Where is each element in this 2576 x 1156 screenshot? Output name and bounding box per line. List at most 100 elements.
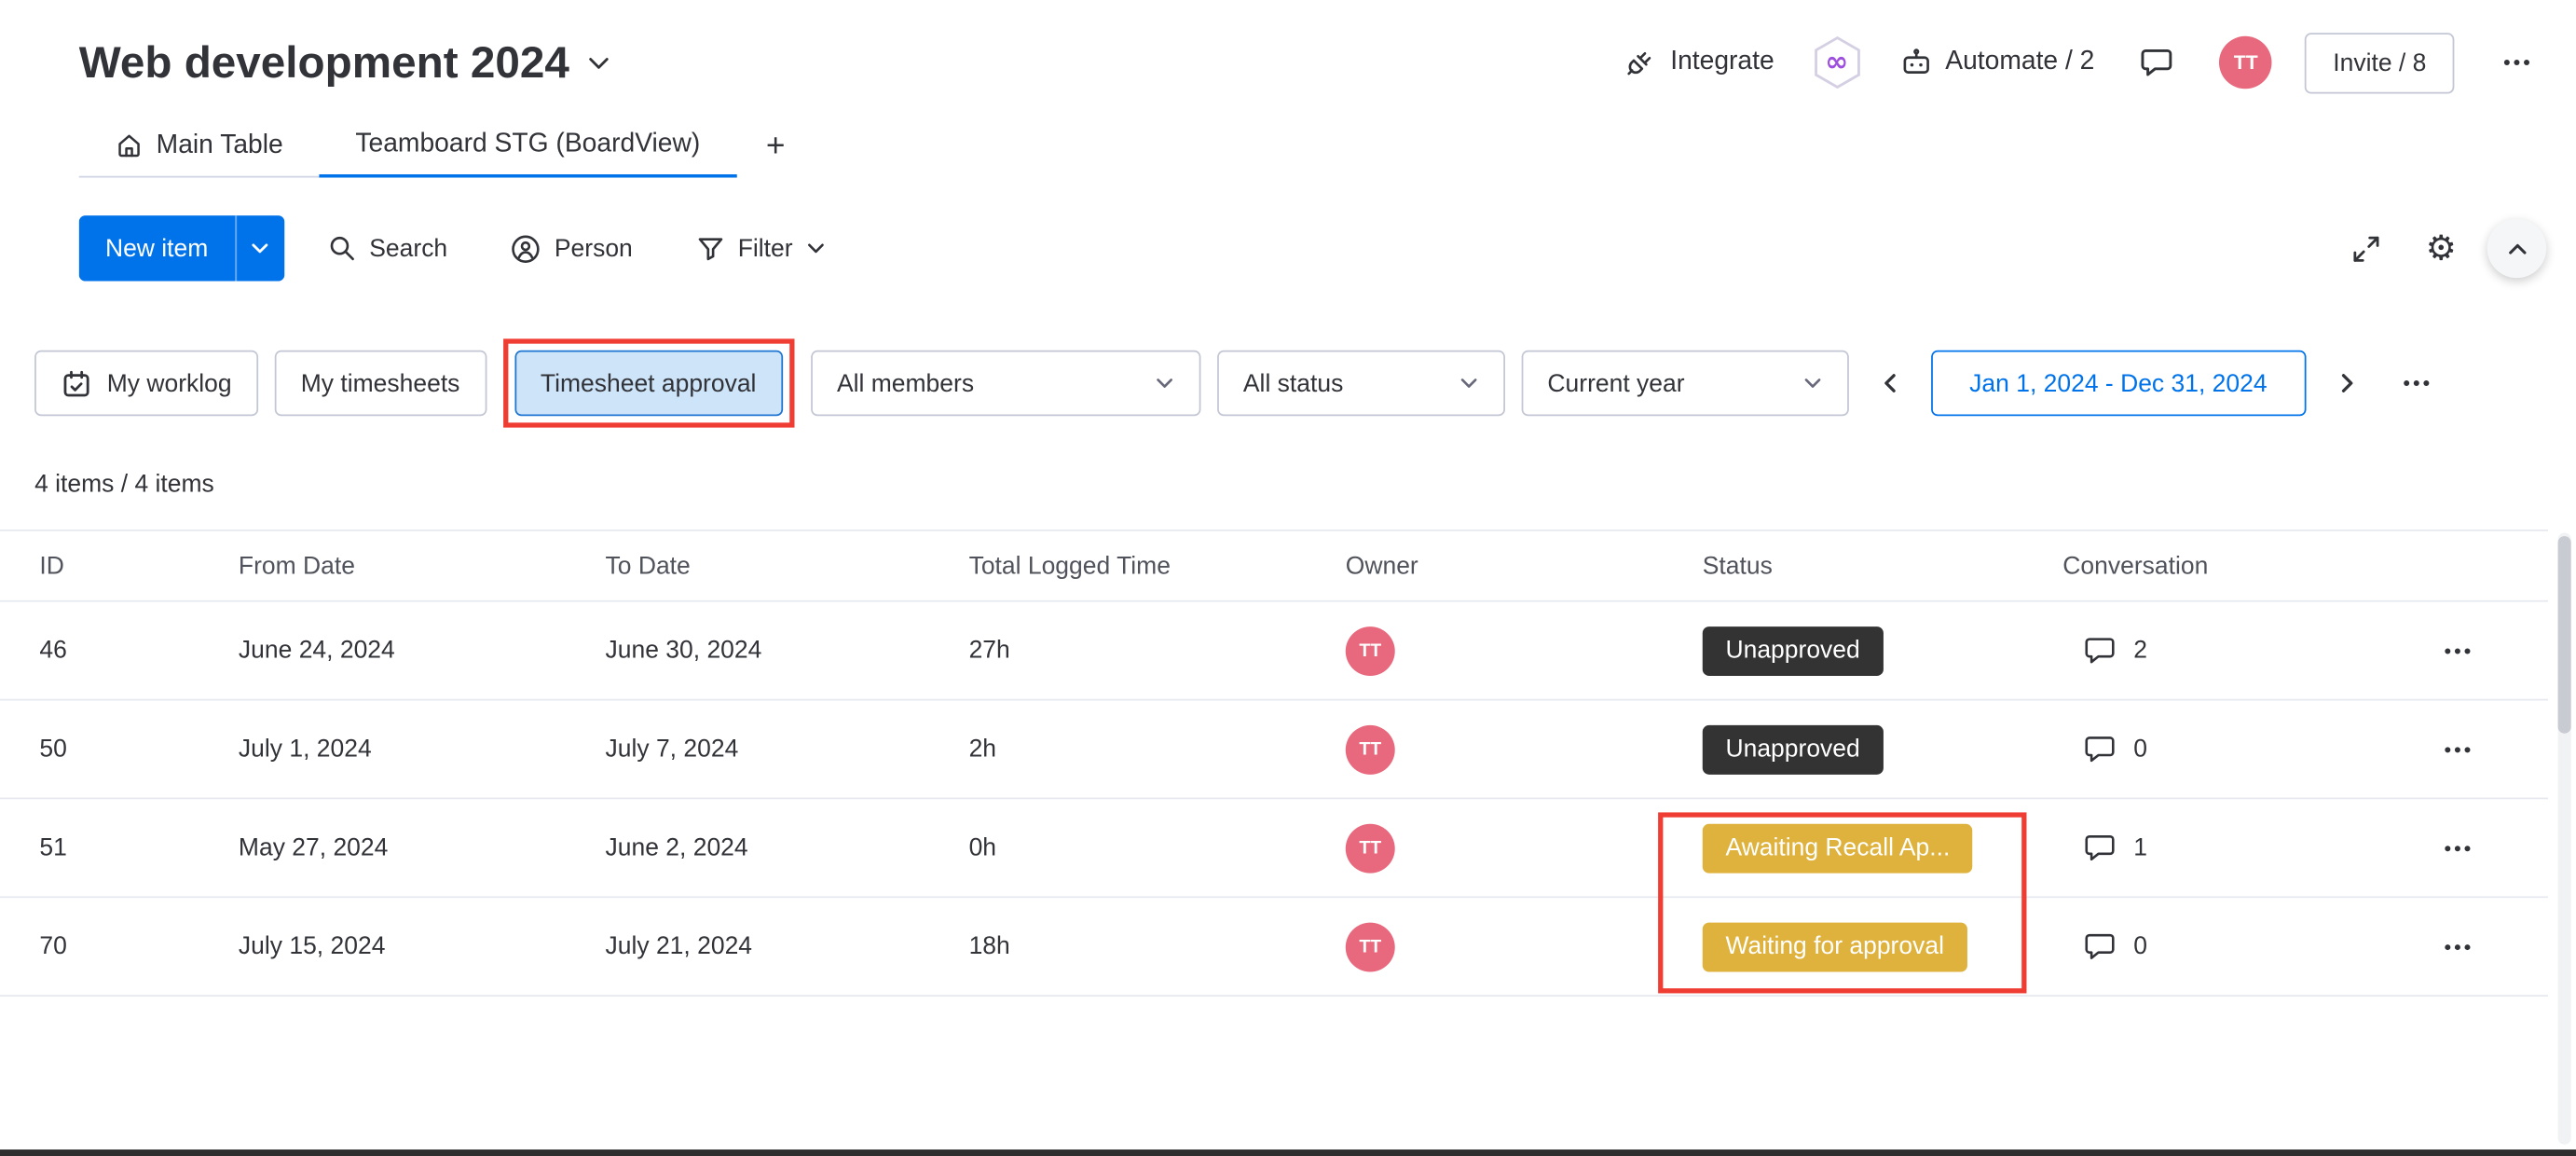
- conversation-cell[interactable]: 0: [2062, 929, 2441, 964]
- cell-from-date: July 15, 2024: [238, 932, 386, 961]
- table-row[interactable]: 70 July 15, 2024 July 21, 2024 18h TT Wa…: [0, 898, 2548, 997]
- my-timesheets-tab[interactable]: My timesheets: [274, 350, 486, 417]
- chevron-down-icon: [1155, 373, 1174, 392]
- worklog-calendar-icon: [61, 367, 92, 399]
- page-title[interactable]: Web development 2024: [79, 37, 569, 89]
- table-row[interactable]: 51 May 27, 2024 June 2, 2024 0h TT Await…: [0, 799, 2548, 899]
- my-timesheets-label: My timesheets: [300, 369, 460, 398]
- new-item-dropdown-button[interactable]: [234, 215, 284, 282]
- person-filter-button[interactable]: Person: [490, 215, 652, 282]
- members-dropdown[interactable]: All members: [810, 350, 1201, 417]
- add-view-button[interactable]: +: [736, 115, 815, 177]
- column-header-conversation[interactable]: Conversation: [2062, 552, 2441, 580]
- chat-bubble-icon: [2085, 835, 2115, 861]
- conversation-cell[interactable]: 2: [2062, 633, 2441, 667]
- board-title-chevron-icon[interactable]: [586, 49, 612, 76]
- row-more-button[interactable]: [2441, 634, 2548, 667]
- status-badge[interactable]: Awaiting Recall Ap...: [1702, 822, 1974, 873]
- chevron-down-icon: [806, 239, 826, 258]
- search-button[interactable]: Search: [307, 215, 467, 282]
- date-range-button[interactable]: Jan 1, 2024 - Dec 31, 2024: [1930, 350, 2307, 417]
- cell-from-date: July 1, 2024: [238, 735, 372, 764]
- filters-more-button[interactable]: [2388, 351, 2444, 417]
- column-header-from-date[interactable]: From Date: [239, 552, 606, 580]
- more-options-icon: [2445, 647, 2471, 654]
- period-value: Current year: [1547, 369, 1685, 398]
- conversation-cell[interactable]: 0: [2062, 732, 2441, 766]
- conversation-count: 1: [2133, 833, 2147, 862]
- app-root: Web development 2024 Integrate ∞ Automat…: [0, 0, 2576, 1156]
- previous-period-button[interactable]: [1865, 351, 1914, 417]
- more-options-icon: [2445, 746, 2471, 752]
- settings-button[interactable]: ⚙: [2411, 219, 2471, 279]
- table-row[interactable]: 50 July 1, 2024 July 7, 2024 2h TT Unapp…: [0, 700, 2548, 800]
- integration-recipe-badge[interactable]: ∞: [1807, 33, 1867, 92]
- cell-to-date: June 2, 2024: [605, 833, 748, 862]
- timesheet-approval-label: Timesheet approval: [540, 369, 757, 398]
- items-summary: 4 items / 4 items: [34, 470, 214, 499]
- timesheet-approval-tab[interactable]: Timesheet approval: [514, 350, 783, 417]
- timesheet-approval-highlight: Timesheet approval: [502, 338, 795, 428]
- tab-teamboard-stg[interactable]: Teamboard STG (BoardView): [319, 115, 737, 178]
- status-dropdown[interactable]: All status: [1216, 350, 1505, 417]
- fullscreen-button[interactable]: [2336, 219, 2395, 279]
- board-title-wrap[interactable]: Web development 2024: [79, 37, 612, 89]
- status-badge[interactable]: Unapproved: [1702, 724, 1884, 774]
- status-badge[interactable]: Waiting for approval: [1702, 921, 1967, 971]
- automate-label: Automate / 2: [1945, 48, 2095, 76]
- chevron-left-icon: [1884, 374, 1896, 392]
- members-value: All members: [836, 369, 975, 398]
- invite-button[interactable]: Invite / 8: [2305, 32, 2455, 93]
- row-more-button[interactable]: [2441, 930, 2548, 963]
- conversation-cell[interactable]: 1: [2062, 831, 2441, 865]
- home-icon: [116, 131, 144, 159]
- next-period-button[interactable]: [2323, 351, 2372, 417]
- conversation-count: 0: [2133, 932, 2147, 961]
- chevron-right-icon: [2341, 374, 2352, 392]
- new-item-button[interactable]: New item: [78, 215, 235, 282]
- column-header-id[interactable]: ID: [39, 552, 239, 580]
- more-options-icon: [2503, 60, 2530, 66]
- cell-total-logged-time: 27h: [968, 636, 1010, 665]
- scrollbar-thumb[interactable]: [2557, 536, 2571, 734]
- column-header-status[interactable]: Status: [1703, 552, 2063, 580]
- header-more-button[interactable]: [2487, 33, 2547, 92]
- chevron-down-icon: [1802, 373, 1822, 392]
- column-header-to-date[interactable]: To Date: [606, 552, 969, 580]
- row-more-button[interactable]: [2441, 832, 2548, 864]
- owner-avatar[interactable]: TT: [1345, 724, 1395, 774]
- cell-id: 46: [39, 636, 67, 665]
- header-actions: Integrate ∞ Automate / 2 TT Invite / 8: [1624, 32, 2547, 93]
- collapse-header-button[interactable]: [2487, 218, 2547, 279]
- window-bottom-edge: [0, 1149, 2576, 1156]
- filter-button[interactable]: Filter: [676, 215, 845, 282]
- owner-avatar[interactable]: TT: [1345, 626, 1395, 676]
- automate-button[interactable]: Automate / 2: [1899, 46, 2095, 78]
- column-header-owner[interactable]: Owner: [1346, 552, 1703, 580]
- table-row[interactable]: 46 June 24, 2024 June 30, 2024 27h TT Un…: [0, 602, 2548, 701]
- user-avatar[interactable]: TT: [2219, 35, 2272, 89]
- more-options-icon: [2445, 845, 2471, 851]
- cell-total-logged-time: 18h: [968, 932, 1010, 961]
- cell-total-logged-time: 0h: [968, 833, 997, 862]
- chat-button[interactable]: [2128, 33, 2187, 92]
- integrate-label: Integrate: [1670, 48, 1774, 76]
- my-worklog-tab[interactable]: My worklog: [34, 350, 258, 417]
- my-worklog-label: My worklog: [106, 369, 232, 398]
- board-toolbar: New item Search Person Filter ⚙: [78, 213, 2547, 282]
- status-badge[interactable]: Unapproved: [1702, 626, 1884, 676]
- chat-bubble-icon: [2142, 48, 2172, 76]
- column-header-total-logged-time[interactable]: Total Logged Time: [969, 552, 1346, 580]
- owner-avatar[interactable]: TT: [1345, 822, 1395, 873]
- owner-avatar[interactable]: TT: [1345, 921, 1395, 971]
- cell-from-date: June 24, 2024: [238, 636, 395, 665]
- tab-main-table[interactable]: Main Table: [79, 115, 320, 175]
- gear-icon: ⚙: [2425, 227, 2457, 268]
- table-header-row: ID From Date To Date Total Logged Time O…: [0, 530, 2548, 602]
- vertical-scrollbar[interactable]: [2557, 532, 2571, 1145]
- search-label: Search: [369, 234, 448, 263]
- period-dropdown[interactable]: Current year: [1521, 350, 1849, 417]
- tabs-group: Main Table Teamboard STG (BoardView): [78, 115, 737, 178]
- integrate-button[interactable]: Integrate: [1624, 46, 1774, 78]
- row-more-button[interactable]: [2441, 733, 2548, 765]
